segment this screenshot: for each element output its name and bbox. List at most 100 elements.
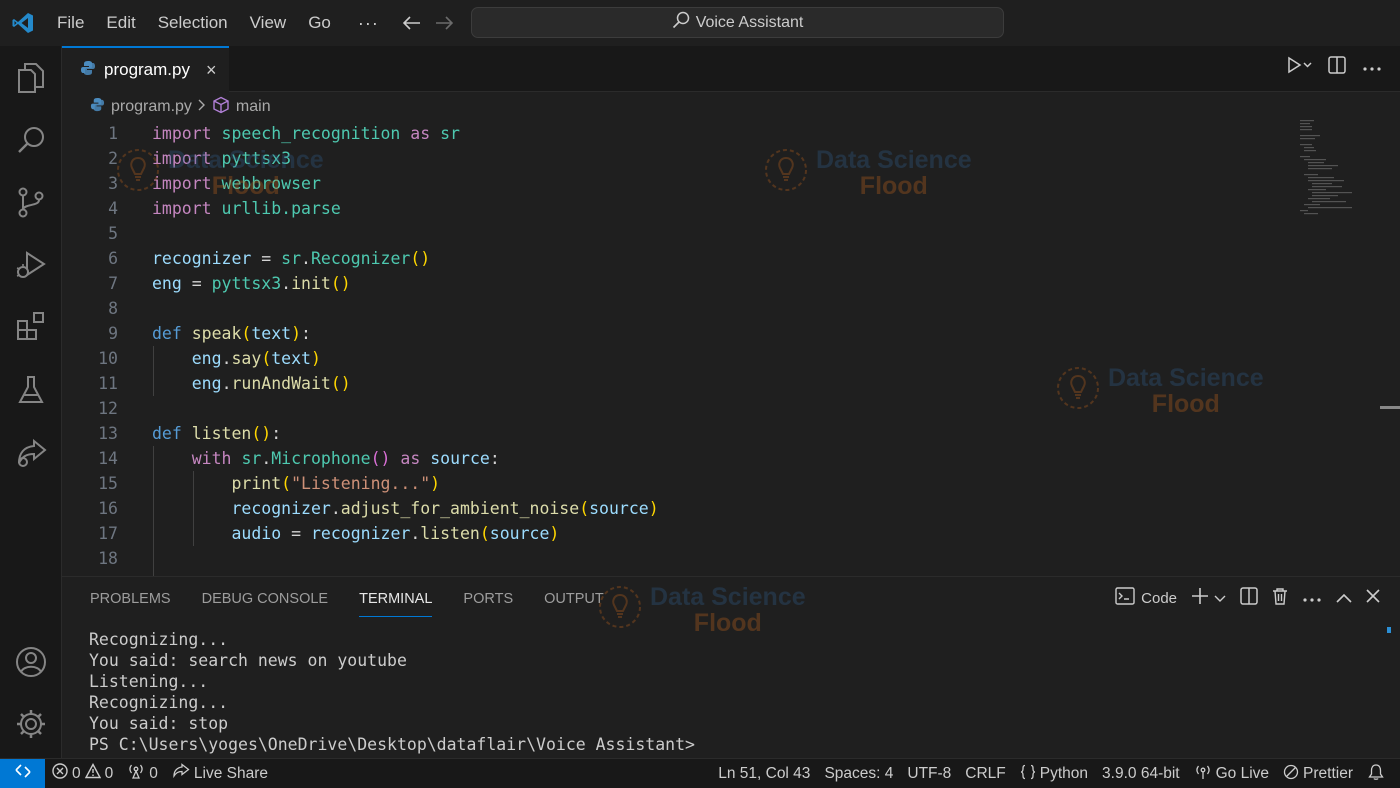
file-encoding[interactable]: UTF-8 <box>900 759 958 788</box>
more-actions-icon[interactable] <box>1362 59 1382 77</box>
indent-guide <box>193 471 194 546</box>
run-python-file-icon[interactable] <box>1286 56 1312 79</box>
gear-icon[interactable] <box>0 698 62 750</box>
code-line[interactable]: 6 recognizer = sr.Recognizer() <box>62 246 1292 271</box>
code-line[interactable]: 9 def speak(text): <box>62 321 1292 346</box>
problems-status[interactable]: 0 0 <box>45 759 120 788</box>
language-mode[interactable]: Python <box>1013 759 1095 788</box>
search-icon[interactable] <box>0 114 62 166</box>
code-line[interactable]: 10 eng.say(text) <box>62 346 1292 371</box>
code-text: eng.say(text) <box>191 349 321 368</box>
menu-selection[interactable]: Selection <box>147 8 239 38</box>
code-line[interactable]: 2 import pyttsx3 <box>62 146 1292 171</box>
source-control-icon[interactable] <box>0 176 62 228</box>
code-line[interactable]: 17 audio = recognizer.listen(source) <box>62 521 1292 546</box>
live-share-label: Live Share <box>193 764 268 782</box>
tab-output[interactable]: OUTPUT <box>544 591 604 617</box>
end-of-line[interactable]: CRLF <box>958 759 1012 788</box>
prettier-status[interactable]: Prettier <box>1276 759 1360 788</box>
more-actions-icon[interactable] <box>1302 590 1322 607</box>
terminal-profile-button[interactable]: Code <box>1115 587 1177 609</box>
code-line[interactable]: 5 <box>62 221 1292 246</box>
terminal-line: You said: search news on youtube <box>89 651 407 670</box>
breadcrumb-file[interactable]: program.py <box>111 98 192 116</box>
line-number: 10 <box>98 349 118 368</box>
line-number: 2 <box>108 149 118 168</box>
live-share-status[interactable]: Live Share <box>165 759 275 788</box>
code-line[interactable]: 7 eng = pyttsx3.init() <box>62 271 1292 296</box>
line-number: 6 <box>108 249 118 268</box>
editor-tabs: program.py × <box>62 46 1400 92</box>
maximize-panel-icon[interactable] <box>1336 590 1352 607</box>
editor-area: program.py × program.py main 1 import sp… <box>62 46 1400 576</box>
split-editor-icon[interactable] <box>1328 56 1346 79</box>
code-line[interactable]: 18 <box>62 546 1292 571</box>
code-line[interactable]: 14 with sr.Microphone() as source: <box>62 446 1292 471</box>
code-text: eng.runAndWait() <box>191 374 351 393</box>
terminal-output[interactable]: Recognizing... You said: search news on … <box>89 629 695 755</box>
line-number: 5 <box>108 224 118 243</box>
close-icon[interactable]: × <box>206 60 217 81</box>
python-interpreter[interactable]: 3.9.0 64-bit <box>1095 759 1187 788</box>
tab-terminal[interactable]: TERMINAL <box>359 591 433 617</box>
forward-arrow-icon[interactable] <box>435 16 453 30</box>
python-file-icon <box>90 97 105 117</box>
menu-file[interactable]: File <box>46 8 95 38</box>
broadcast-icon <box>127 763 145 784</box>
line-number: 15 <box>98 474 118 493</box>
tab-problems[interactable]: PROBLEMS <box>90 591 171 617</box>
code-line[interactable]: 1 import speech_recognition as sr <box>62 121 1292 146</box>
code-line[interactable]: 12 <box>62 396 1292 421</box>
plus-icon <box>1191 587 1209 609</box>
testing-flask-icon[interactable] <box>0 364 62 416</box>
code-text: import pyttsx3 <box>152 149 292 168</box>
title-bar: File Edit Selection View Go ··· Voice As… <box>0 0 1400 46</box>
menu-more-button[interactable]: ··· <box>342 8 395 38</box>
new-terminal-button[interactable] <box>1191 587 1226 609</box>
extensions-icon[interactable] <box>0 300 62 352</box>
run-debug-icon[interactable] <box>0 238 62 290</box>
braces-icon <box>1020 764 1036 785</box>
code-text: def speak(text): <box>152 324 311 343</box>
code-line[interactable]: 16 recognizer.adjust_for_ambient_noise(s… <box>62 496 1292 521</box>
menu-view[interactable]: View <box>239 8 298 38</box>
line-number: 14 <box>98 449 118 468</box>
chevron-down-icon[interactable] <box>1214 590 1226 607</box>
accounts-icon[interactable] <box>0 636 62 688</box>
code-text: import speech_recognition as sr <box>152 124 460 143</box>
minimap[interactable] <box>1298 118 1368 218</box>
code-line[interactable]: 13 def listen(): <box>62 421 1292 446</box>
menu-edit[interactable]: Edit <box>95 8 146 38</box>
panel-tabs: PROBLEMS DEBUG CONSOLE TERMINAL PORTS OU… <box>90 591 604 617</box>
code-line[interactable]: 8 <box>62 296 1292 321</box>
code-line[interactable]: 3 import webbrowser <box>62 171 1292 196</box>
code-text: recognizer.adjust_for_ambient_noise(sour… <box>231 499 659 518</box>
scrollbar-position-marker[interactable] <box>1380 406 1400 409</box>
code-line[interactable]: 4 import urllib.parse <box>62 196 1292 221</box>
trash-icon[interactable] <box>1272 587 1288 609</box>
code-line[interactable]: 15 print("Listening...") <box>62 471 1292 496</box>
go-live-button[interactable]: Go Live <box>1187 759 1276 788</box>
cursor-position[interactable]: Ln 51, Col 43 <box>711 759 817 788</box>
code-line[interactable]: 11 eng.runAndWait() <box>62 371 1292 396</box>
back-arrow-icon[interactable] <box>402 16 421 30</box>
breadcrumb: program.py main <box>90 96 271 118</box>
tab-debug-console[interactable]: DEBUG CONSOLE <box>202 591 329 617</box>
indentation[interactable]: Spaces: 4 <box>817 759 900 788</box>
notifications-button[interactable] <box>1360 759 1392 788</box>
ports-status[interactable]: 0 <box>120 759 165 788</box>
remote-indicator[interactable] <box>0 758 45 788</box>
code-editor[interactable]: 1 import speech_recognition as sr 2 import … <box>62 121 1292 571</box>
tab-program-py[interactable]: program.py × <box>62 46 229 92</box>
split-terminal-icon[interactable] <box>1240 587 1258 609</box>
prettier-label: Prettier <box>1303 765 1353 782</box>
menu-go[interactable]: Go <box>297 8 342 38</box>
breadcrumb-symbol[interactable]: main <box>236 98 271 116</box>
live-share-icon[interactable] <box>0 428 62 480</box>
close-icon[interactable] <box>1366 589 1380 607</box>
command-center[interactable]: Voice Assistant <box>471 7 1004 38</box>
chevron-right-icon <box>198 98 206 116</box>
line-number: 11 <box>98 374 118 393</box>
explorer-icon[interactable] <box>0 52 62 104</box>
tab-ports[interactable]: PORTS <box>463 591 513 617</box>
